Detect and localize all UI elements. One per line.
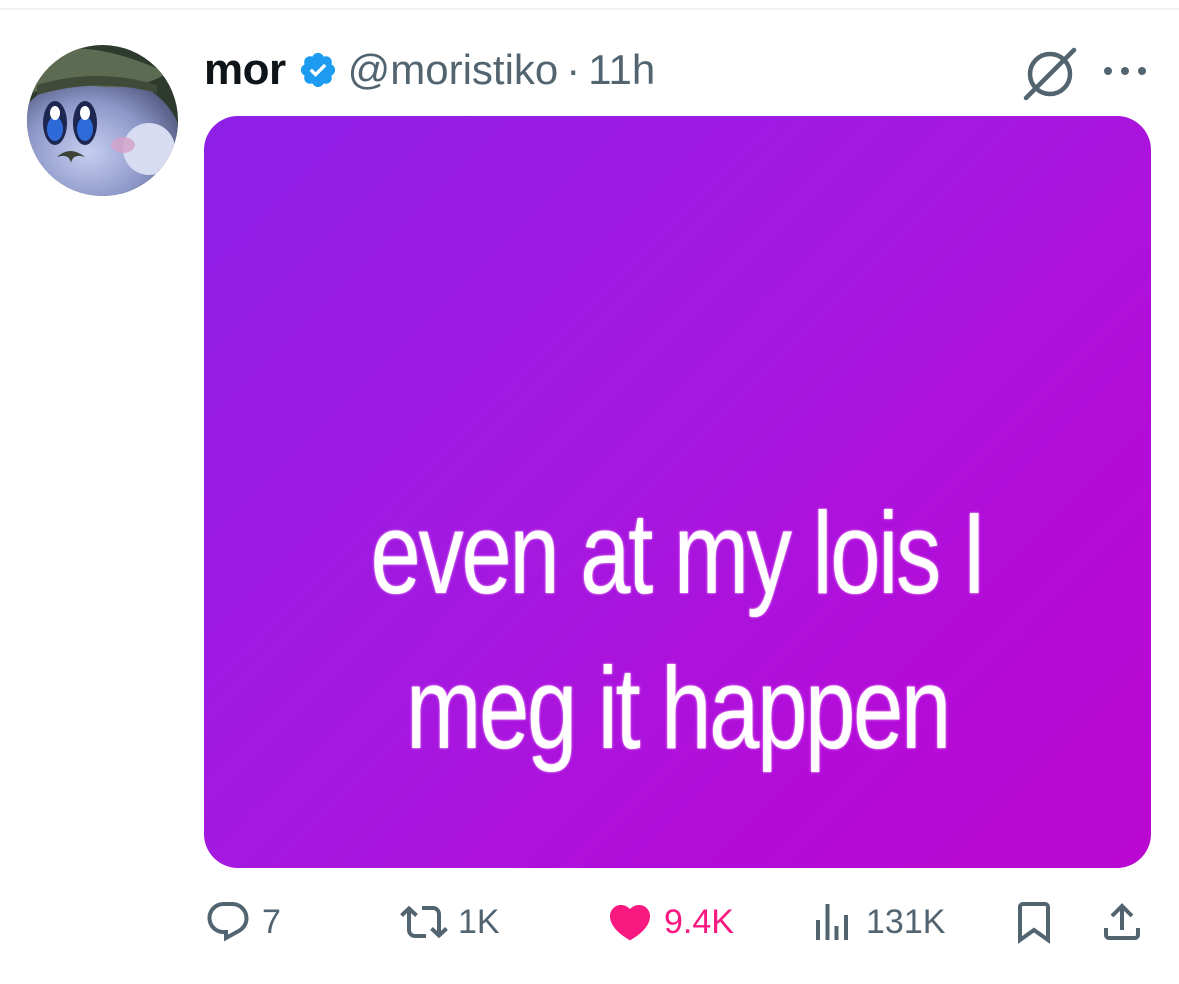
- verified-badge-icon[interactable]: [298, 50, 338, 90]
- share-icon: [1104, 903, 1140, 940]
- author-handle[interactable]: @moristiko: [348, 46, 559, 94]
- reply-icon: [207, 902, 249, 942]
- views-icon: [816, 904, 848, 940]
- reply-count: 7: [262, 902, 281, 941]
- image-caption: even at my lois I meg it happen: [308, 476, 1047, 786]
- like-button[interactable]: 9.4K: [606, 890, 734, 954]
- retweet-icon: [400, 905, 448, 939]
- grok-icon[interactable]: [1020, 46, 1080, 102]
- share-button[interactable]: [1098, 890, 1146, 954]
- bookmark-button[interactable]: [1010, 890, 1058, 954]
- retweet-button[interactable]: 1K: [400, 890, 500, 954]
- separator-dot: ·: [566, 46, 581, 93]
- post-time[interactable]: 11h: [588, 46, 655, 94]
- like-count: 9.4K: [664, 902, 734, 941]
- bookmark-icon: [1018, 902, 1050, 944]
- top-divider: [0, 8, 1179, 10]
- retweet-count: 1K: [458, 902, 500, 941]
- display-name[interactable]: mor: [204, 45, 286, 95]
- avatar[interactable]: [27, 45, 178, 196]
- views-count: 131K: [866, 902, 946, 941]
- action-bar: 7 1K 9.4K 131K: [204, 890, 1151, 954]
- post-header: mor @moristiko · 11h: [204, 40, 1024, 100]
- avatar-image: [27, 45, 178, 196]
- heart-icon: [609, 905, 651, 941]
- image-text-line-1: even at my lois I: [370, 488, 987, 618]
- views-button[interactable]: 131K: [808, 890, 945, 954]
- post-image[interactable]: even at my lois I meg it happen: [204, 116, 1151, 868]
- image-text-line-2: meg it happen: [405, 643, 951, 773]
- more-icon[interactable]: [1100, 56, 1150, 86]
- reply-button[interactable]: 7: [204, 890, 281, 954]
